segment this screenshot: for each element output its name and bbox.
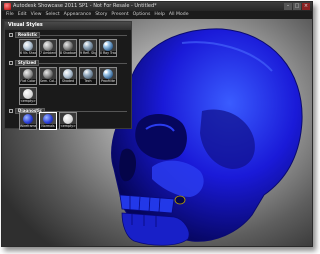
window-title: Autodesk Showcase 2011 SP1 - Not For Res… xyxy=(13,3,157,9)
menu-edit[interactable]: Edit xyxy=(18,11,27,19)
menu-present[interactable]: Present xyxy=(111,11,128,19)
menu-mode[interactable]: All Mode xyxy=(169,11,189,19)
menu-select[interactable]: Select xyxy=(46,11,60,19)
tile-row-realistic: 6 Vis Shad.. 7 Ambient.. 8 Shadows 9 Ref… xyxy=(19,39,117,57)
tile-row-stylized: Flat Color Sem. Col.. Shaded Tech Proxfi… xyxy=(19,67,117,85)
visual-styles-panel: Visual Styles Realistic 6 Vis Shad.. 7 A… xyxy=(4,21,132,130)
menu-appearance[interactable]: Appearance xyxy=(64,11,92,19)
material-thumbnail xyxy=(43,114,53,124)
section-label-stylized: Stylized xyxy=(15,60,40,66)
section-divider xyxy=(39,63,127,64)
minimize-button[interactable]: – xyxy=(284,3,292,10)
panel-title: Visual Styles xyxy=(5,22,131,30)
collapse-toggle-icon[interactable] xyxy=(9,109,13,113)
menu-file[interactable]: File xyxy=(6,11,14,19)
title-bar: Autodesk Showcase 2011 SP1 - Not For Res… xyxy=(2,2,312,11)
tile-row-diagnostic: Wireframe.. Normals <empty> xyxy=(19,112,77,130)
style-tile-empty[interactable]: <empty> xyxy=(19,87,37,105)
material-thumbnail xyxy=(43,41,53,51)
collapse-toggle-icon[interactable] xyxy=(9,61,13,65)
style-tile-shadows[interactable]: 8 Shadows xyxy=(59,39,77,57)
material-thumbnail xyxy=(43,69,53,79)
section-header-realistic[interactable]: Realistic xyxy=(9,32,41,38)
style-tile-normals[interactable]: Normals xyxy=(39,112,57,130)
style-tile-refl-sky[interactable]: 9 Refl. Sky xyxy=(79,39,97,57)
style-tile-tech[interactable]: Tech xyxy=(79,67,97,85)
app-logo-icon xyxy=(4,3,11,10)
material-thumbnail xyxy=(103,69,113,79)
material-thumbnail xyxy=(23,114,33,124)
menu-options[interactable]: Options xyxy=(133,11,151,19)
menu-story[interactable]: Story xyxy=(95,11,107,19)
menu-bar: File Edit View Select Appearance Story P… xyxy=(2,11,312,19)
maximize-button[interactable]: □ xyxy=(293,3,301,10)
material-thumbnail xyxy=(103,41,113,51)
style-tile-empty-diagnostic[interactable]: <empty> xyxy=(59,112,77,130)
material-thumbnail xyxy=(83,69,93,79)
material-thumbnail xyxy=(23,69,33,79)
style-tile-vis-shad[interactable]: 6 Vis Shad.. xyxy=(19,39,37,57)
style-tile-wireframe[interactable]: Wireframe.. xyxy=(19,112,37,130)
style-tile-shaded[interactable]: Shaded xyxy=(59,67,77,85)
close-button[interactable]: × xyxy=(302,3,310,10)
material-thumbnail xyxy=(63,69,73,79)
tile-row-stylized-2: <empty> xyxy=(19,87,37,105)
style-tile-sem-color[interactable]: Sem. Col.. xyxy=(39,67,57,85)
section-label-realistic: Realistic xyxy=(15,32,41,38)
material-thumbnail xyxy=(23,89,33,99)
3d-viewport[interactable]: Visual Styles Realistic 6 Vis Shad.. 7 A… xyxy=(2,19,312,246)
material-thumbnail xyxy=(63,114,73,124)
menu-help[interactable]: Help xyxy=(154,11,164,19)
material-thumbnail xyxy=(23,41,33,51)
material-thumbnail xyxy=(83,41,93,51)
collapse-toggle-icon[interactable] xyxy=(9,33,13,37)
section-divider xyxy=(39,35,127,36)
material-thumbnail xyxy=(63,41,73,51)
section-header-stylized[interactable]: Stylized xyxy=(9,60,40,66)
app-window: Autodesk Showcase 2011 SP1 - Not For Res… xyxy=(1,1,313,247)
style-tile-ray-trace[interactable]: 0 Ray Trac.. xyxy=(99,39,117,57)
style-tile-proxfilite[interactable]: Proxfilite xyxy=(99,67,117,85)
style-tile-flat-color[interactable]: Flat Color xyxy=(19,67,37,85)
menu-view[interactable]: View xyxy=(31,11,42,19)
style-tile-ambient[interactable]: 7 Ambient.. xyxy=(39,39,57,57)
